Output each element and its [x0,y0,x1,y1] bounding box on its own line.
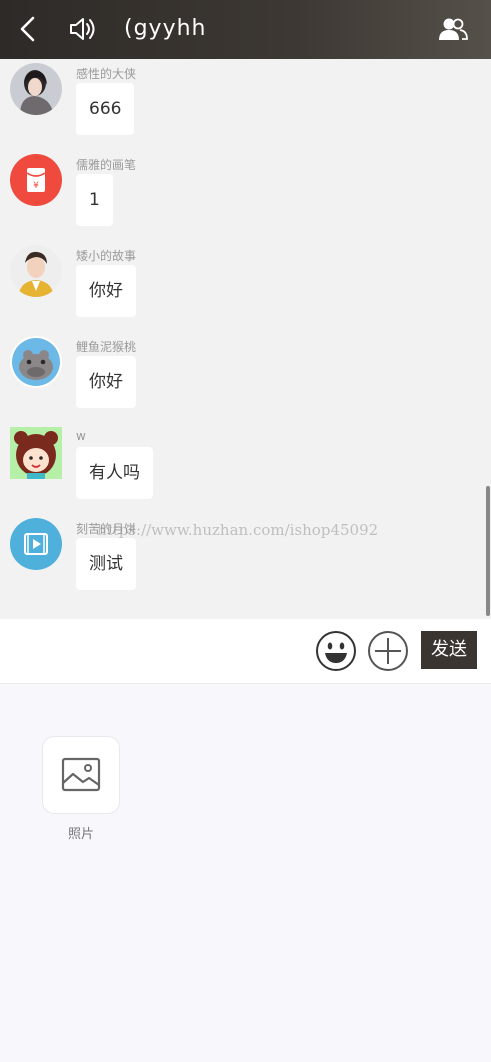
photo-button[interactable] [42,736,120,814]
user-avatar[interactable] [10,245,62,297]
sender-name: 矮小的故事 [76,249,137,263]
message-item: ¥ 儒雅的画笔 1 [0,154,491,246]
attachment-panel: 照片 [0,684,491,1062]
chat-header: (gyyhh [0,0,491,59]
chevron-left-icon[interactable] [14,14,44,44]
message-bubble[interactable]: 1 [76,174,113,226]
speaker-icon[interactable] [66,14,100,44]
user-avatar[interactable] [10,518,62,570]
group-icon[interactable] [436,15,470,45]
sender-name: 鲤鱼泥猴桃 [76,340,137,354]
svg-text:¥: ¥ [33,181,39,191]
photo-label: 照片 [67,827,94,842]
message-item: 鲤鱼泥猴桃 你好 [0,336,491,428]
message-item: 刻苦的月饼 测试 [0,518,491,610]
chat-title: (gyyhh [124,16,207,41]
scrollbar[interactable] [486,486,490,616]
sender-name: 儒雅的画笔 [76,158,137,172]
input-bar: 发送 [0,619,491,685]
emoji-icon[interactable] [315,630,357,672]
message-item: w 有人吗 [0,427,491,519]
message-bubble[interactable]: 测试 [76,538,136,590]
message-input[interactable] [0,619,304,685]
message-item: 感性的大侠 666 [0,63,491,155]
user-avatar[interactable]: ¥ [10,154,62,206]
plus-icon[interactable] [367,630,409,672]
sender-name: w [76,429,86,443]
user-avatar[interactable] [10,63,62,115]
red-envelope-icon: ¥ [10,154,62,206]
message-list[interactable]: 感性的大侠 666 ¥ 儒雅的画笔 1 矮小的故事 你好 鲤鱼泥猴桃 你好 w … [0,59,491,619]
sender-name: 刻苦的月饼 [76,522,137,536]
message-item: 矮小的故事 你好 [0,245,491,337]
image-icon [61,757,101,792]
message-bubble[interactable]: 你好 [76,356,136,408]
user-avatar[interactable] [10,336,62,388]
video-icon [10,518,62,570]
sender-name: 感性的大侠 [76,67,137,81]
send-button[interactable]: 发送 [421,631,477,669]
user-avatar[interactable] [10,427,62,479]
message-bubble[interactable]: 有人吗 [76,447,153,499]
message-bubble[interactable]: 666 [76,83,135,135]
message-bubble[interactable]: 你好 [76,265,136,317]
